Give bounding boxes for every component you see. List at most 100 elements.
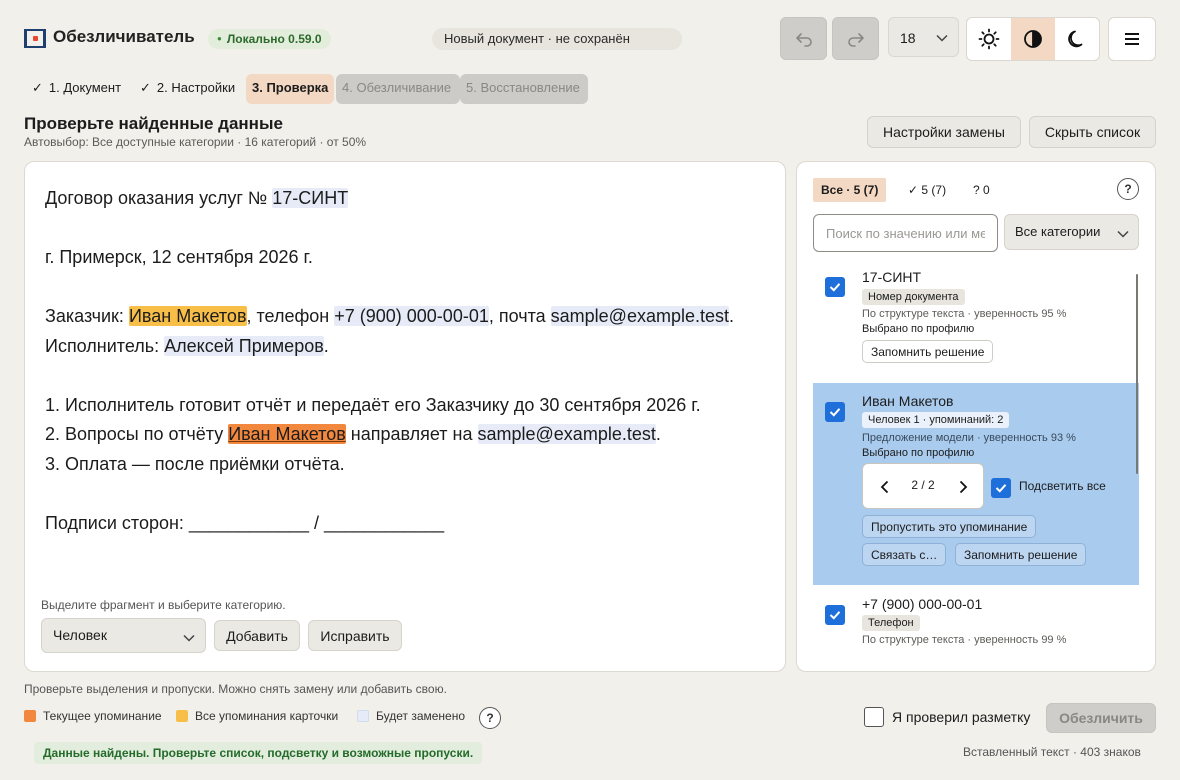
entity-person-mention[interactable]: Иван Макетов [128, 306, 247, 326]
doc-text: Подписи сторон: ____________ / _________… [45, 512, 445, 533]
item-checkbox[interactable] [825, 605, 845, 625]
doc-text: , почта [488, 306, 551, 326]
check-icon [829, 283, 841, 292]
confirm-markup-checkbox[interactable]: Я проверил разметку [864, 707, 1030, 727]
theme-light-button[interactable] [967, 18, 1011, 60]
item-profile-note: Выбрано по профилю [862, 323, 975, 335]
help-icon[interactable]: ? [1117, 178, 1139, 200]
doc-text: Исполнитель: [45, 335, 165, 356]
item-confidence: По структуре текста · уверенность 95 % [862, 308, 1067, 320]
remember-decision-button[interactable]: Запомнить решение [955, 543, 1087, 566]
add-button[interactable]: Добавить [214, 620, 300, 651]
entity-current-mention[interactable]: Иван Макетов [228, 424, 346, 444]
checkbox-box[interactable] [864, 707, 884, 727]
chevron-right-icon[interactable] [955, 479, 971, 495]
font-size-value: 18 [900, 30, 916, 46]
doc-text: 1. Исполнитель готовит отчёт и передаёт … [45, 394, 701, 415]
page-subtitle: Автовыбор: Все доступные категории · 16 … [24, 135, 367, 149]
item-category-badge: Номер документа [862, 289, 965, 305]
step-review[interactable]: 3. Проверка [246, 74, 335, 104]
page-title: Проверьте найденные данные [24, 114, 283, 133]
document-text[interactable]: Договор оказания услуг № 17-СИНТ г. Прим… [45, 184, 734, 538]
link-entity-button[interactable]: Связать с… [862, 543, 947, 566]
entity-email[interactable]: sample@example.test [477, 424, 656, 444]
legend-swatch [176, 710, 188, 722]
sun-icon [978, 28, 1000, 50]
list-scrollbar[interactable] [1136, 274, 1138, 474]
doc-text: . [323, 335, 329, 356]
theme-contrast-button[interactable] [1011, 18, 1055, 60]
theme-dark-button[interactable] [1055, 18, 1099, 60]
legend-label: Текущее упоминание [43, 709, 162, 723]
redo-button[interactable] [832, 17, 879, 60]
document-panel: Договор оказания услуг № 17-СИНТ г. Прим… [24, 161, 786, 672]
filter-tab-confirmed-label: 5 (7) [921, 183, 947, 197]
document-name[interactable]: Новый документ · не сохранён [432, 28, 682, 50]
entity-phone[interactable]: +7 (900) 000-00-01 [334, 306, 489, 326]
font-size-select[interactable]: 18 [888, 17, 959, 57]
chevron-down-icon [1117, 230, 1129, 238]
item-value: +7 (900) 000-00-01 [862, 596, 983, 612]
doc-text: Заказчик: [45, 306, 129, 326]
legend-all: Все упоминания карточки [176, 709, 338, 723]
list-item[interactable]: +7 (900) 000-00-01 Телефон По структуре … [813, 586, 1139, 671]
entity-email[interactable]: sample@example.test [550, 306, 729, 326]
check-icon [829, 611, 841, 620]
doc-text: Договор оказания услуг № [45, 188, 273, 208]
highlight-all-label: Подсветить все [1019, 479, 1106, 493]
item-value: 17-СИНТ [862, 269, 922, 285]
contrast-icon [1024, 30, 1042, 48]
check-icon: ✓ [908, 183, 922, 197]
entity-contract-number[interactable]: 17-СИНТ [272, 188, 349, 208]
legend-label: Все упоминания карточки [195, 709, 339, 723]
menu-button[interactable] [1108, 17, 1156, 61]
category-select[interactable]: Человек [41, 618, 206, 653]
step-document[interactable]: 1. Документ [26, 74, 127, 104]
replace-settings-button[interactable]: Настройки замены [867, 116, 1021, 148]
moon-icon [1068, 30, 1083, 48]
filter-tab-unknown[interactable]: ? 0 [965, 178, 998, 202]
item-checkbox[interactable] [825, 402, 845, 422]
redo-icon [847, 32, 864, 47]
doc-text: г. Примерск, 12 сентября 2026 г. [45, 247, 313, 267]
step-settings[interactable]: 2. Настройки [134, 74, 241, 104]
skip-mention-button[interactable]: Пропустить это упоминание [862, 515, 1037, 538]
mention-counter: 2 / 2 [911, 478, 935, 492]
status-message: Данные найдены. Проверьте список, подсве… [34, 742, 483, 764]
search-input[interactable] [813, 214, 998, 252]
fix-button[interactable]: Исправить [308, 620, 402, 651]
item-checkbox[interactable] [825, 277, 845, 297]
legend-replace: Будет заменено [357, 709, 465, 723]
help-icon[interactable]: ? [479, 707, 501, 729]
hamburger-icon [1125, 33, 1139, 45]
confirm-markup-label: Я проверил разметку [892, 709, 1031, 725]
category-filter-value: Все категории [1015, 224, 1101, 239]
category-filter-select[interactable]: Все категории [1004, 214, 1139, 250]
doc-text: 2. Вопросы по отчёту [45, 424, 229, 444]
doc-text: 3. Оплата — после приёмки отчёта. [45, 453, 345, 474]
filter-tab-confirmed[interactable]: ✓ 5 (7) [900, 178, 954, 202]
app-logo [24, 29, 46, 48]
entity-person-mention[interactable]: Алексей Примеров [164, 335, 324, 356]
list-item[interactable]: 17-СИНТ Номер документа По структуре тек… [813, 262, 1139, 382]
chevron-down-icon [936, 34, 948, 42]
doc-text: . [729, 306, 735, 326]
char-count: Вставленный текст · 403 знаков [963, 745, 1141, 759]
hide-list-button[interactable]: Скрыть список [1029, 116, 1156, 148]
undo-button[interactable] [780, 17, 827, 60]
chevron-left-icon[interactable] [877, 479, 893, 495]
chevron-down-icon [183, 634, 195, 642]
anonymize-button[interactable]: Обезличить [1046, 703, 1156, 733]
version-badge: Локально 0.59.0 [208, 29, 331, 49]
review-hint: Проверьте выделения и пропуски. Можно сн… [24, 682, 447, 696]
remember-decision-button[interactable]: Запомнить решение [862, 340, 994, 363]
highlight-all-checkbox[interactable] [991, 478, 1011, 498]
list-item-selected[interactable]: Иван Макетов Человек 1 · упоминаний: 2 П… [813, 383, 1139, 585]
check-icon [829, 408, 841, 417]
item-profile-note: Выбрано по профилю [862, 447, 975, 459]
doc-text: . [655, 424, 661, 444]
item-category-badge: Человек 1 · упоминаний: 2 [862, 412, 1010, 428]
app-title: Обезличиватель [53, 27, 195, 46]
item-confidence: По структуре текста · уверенность 99 % [862, 634, 1067, 646]
filter-tab-all[interactable]: Все · 5 (7) [813, 178, 887, 202]
